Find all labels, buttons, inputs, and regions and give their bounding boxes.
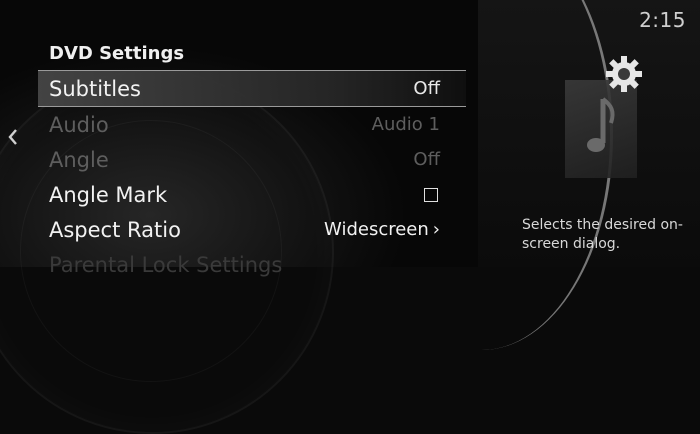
menu-item-label: Parental Lock Settings [49, 252, 283, 277]
menu-item-value: Audio 1 [371, 114, 440, 135]
menu-item-label: Aspect Ratio [49, 217, 181, 242]
gear-icon [606, 56, 642, 92]
menu-item-value-wrap: Widescreen › [324, 219, 440, 240]
menu-item-audio[interactable]: Audio Audio 1 [38, 107, 466, 142]
menu-item-angle-mark[interactable]: Angle Mark [38, 177, 466, 212]
page-title: DVD Settings [49, 43, 185, 64]
menu-item-angle[interactable]: Angle Off [38, 142, 466, 177]
menu-item-value: Widescreen [324, 219, 429, 240]
settings-menu: Subtitles Off Audio Audio 1 Angle Off An… [38, 70, 466, 282]
menu-item-parental-lock[interactable]: Parental Lock Settings [38, 247, 466, 282]
chevron-left-icon [8, 129, 17, 145]
back-button[interactable] [4, 128, 22, 150]
menu-item-label: Angle Mark [49, 182, 168, 207]
help-description: Selects the desired on-screen dialog. [522, 217, 683, 252]
menu-item-label: Audio [49, 112, 109, 137]
chevron-right-icon: › [432, 219, 440, 240]
menu-item-label: Angle [49, 147, 109, 172]
menu-item-subtitles[interactable]: Subtitles Off [38, 70, 466, 107]
clock: 2:15 [639, 8, 686, 32]
menu-item-label: Subtitles [49, 76, 141, 101]
menu-item-value: Off [413, 149, 440, 170]
menu-item-aspect-ratio[interactable]: Aspect Ratio Widescreen › [38, 212, 466, 247]
checkbox-icon[interactable] [424, 187, 438, 202]
menu-item-value: Off [413, 78, 440, 99]
music-note-icon [587, 97, 615, 152]
